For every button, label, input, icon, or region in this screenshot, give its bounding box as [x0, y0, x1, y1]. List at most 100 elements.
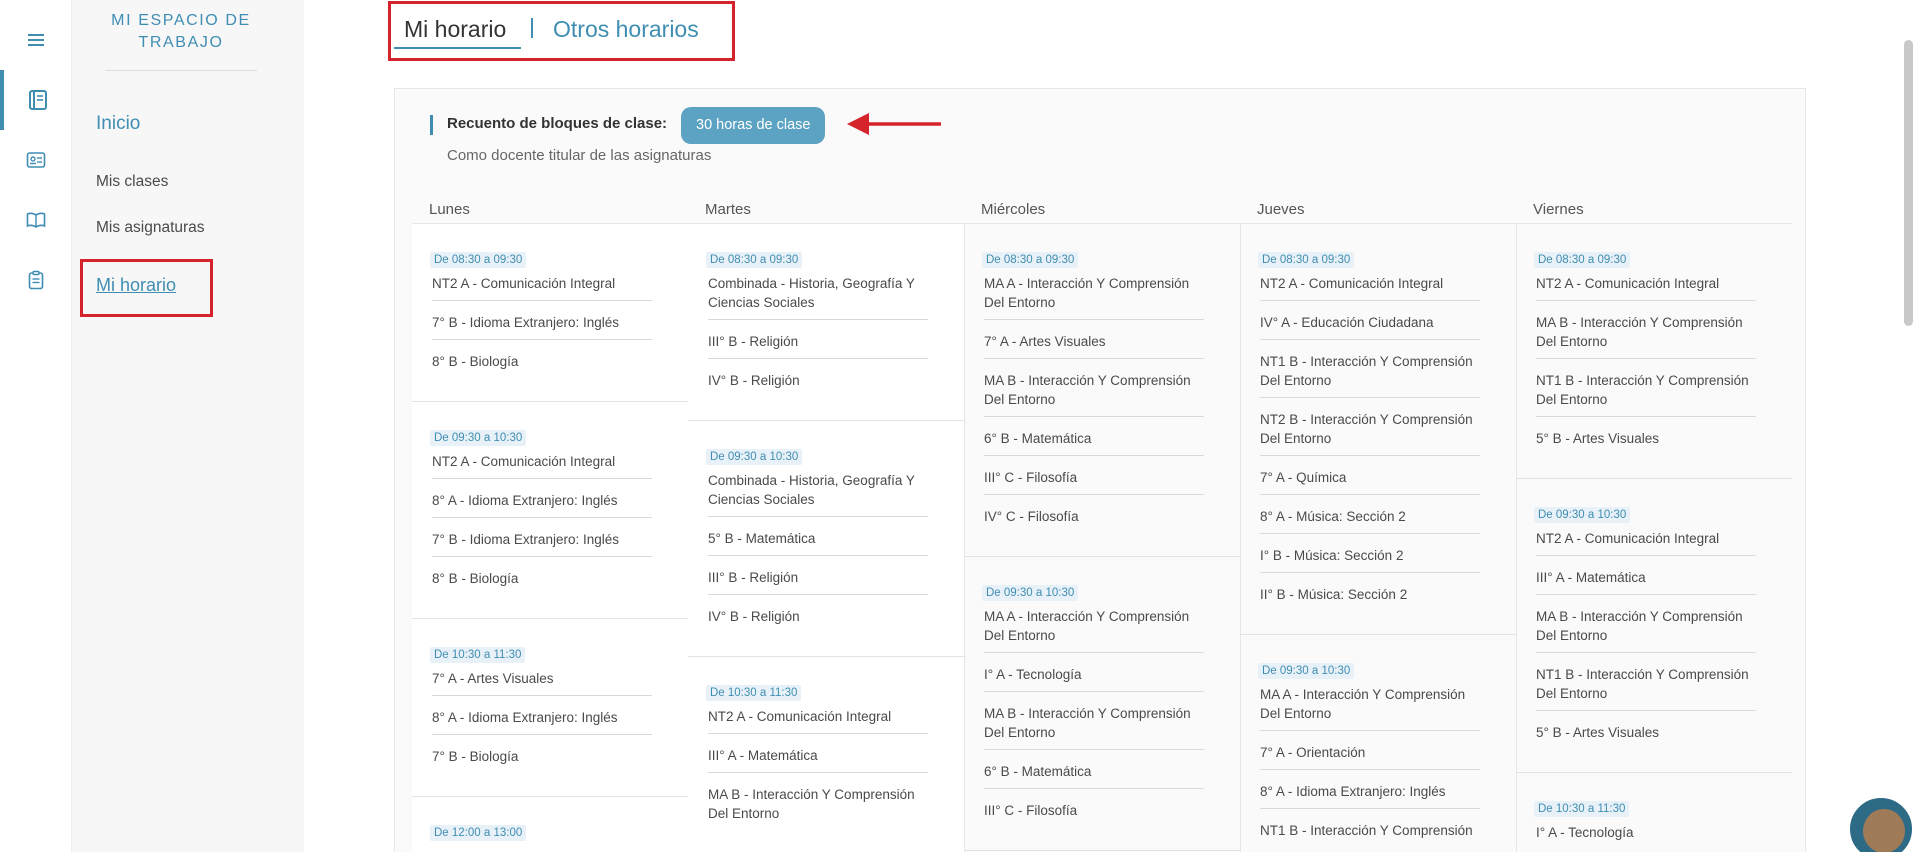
class-divider	[1260, 494, 1480, 495]
class-item[interactable]: IV° A - Educación Ciudadana	[1260, 313, 1480, 332]
class-item[interactable]: NT2 A - Comunicación Integral	[432, 274, 652, 293]
sidebar-item-mi-horario[interactable]: Mi horario	[96, 275, 176, 296]
class-item[interactable]: NT2 A - Comunicación Integral	[1536, 274, 1756, 293]
class-item[interactable]: III° C - Filosofía	[984, 468, 1204, 487]
day-column-jueves: Jueves De 08:30 a 09:30 NT2 A - Comunicaci…	[1240, 201, 1516, 852]
class-item[interactable]: MA B - Interacción Y Comprensión Del Ent…	[708, 785, 928, 823]
class-item[interactable]: 5° B - Artes Visuales	[1536, 723, 1756, 742]
time-block: De 09:30 a 10:30 MA A - Interacción Y Com…	[1240, 635, 1516, 852]
class-item[interactable]: III° B - Religión	[708, 568, 928, 587]
sidebar-item-mis-clases[interactable]: Mis clases	[96, 173, 168, 191]
class-item[interactable]: I° A - Tecnología	[1536, 823, 1756, 842]
class-item[interactable]: NT2 A - Comunicación Integral	[1260, 274, 1480, 293]
class-divider	[1536, 555, 1756, 556]
time-block: De 08:30 a 09:30 Combinada - Historia, Ge…	[688, 224, 964, 420]
class-item[interactable]: NT1 B - Interacción Y Comprensión	[1260, 821, 1480, 840]
class-divider	[984, 494, 1204, 495]
class-divider	[432, 478, 652, 479]
class-item[interactable]: 5° B - Matemática	[708, 529, 928, 548]
class-item[interactable]: MA B - Interacción Y Comprensión Del Ent…	[984, 371, 1204, 409]
class-divider	[1536, 594, 1756, 595]
schedule-panel: Recuento de bloques de clase: 30 horas d…	[394, 88, 1806, 852]
class-divider	[1536, 652, 1756, 653]
class-item[interactable]: I° B - Música: Sección 2	[1260, 546, 1480, 565]
class-item[interactable]: 7° B - Biología	[432, 747, 652, 766]
class-item[interactable]: Combinada - Historia, Geografía Y Cienci…	[708, 471, 928, 509]
tab-otros-horarios[interactable]: Otros horarios	[553, 16, 699, 43]
class-item[interactable]: 8° A - Idioma Extranjero: Inglés	[432, 491, 652, 510]
class-item[interactable]: I° A - Tecnología	[984, 665, 1204, 684]
time-block: De 10:30 a 11:30 NT2 A - Comunicación Int…	[688, 657, 964, 852]
time-badge: De 10:30 a 11:30	[706, 685, 802, 701]
class-item[interactable]: 6° B - Matemática	[984, 429, 1204, 448]
class-divider	[432, 300, 652, 301]
time-block: De 10:30 a 11:30 I° A - Tecnología	[1516, 773, 1792, 852]
time-badge: De 08:30 a 09:30	[1534, 252, 1631, 268]
class-item[interactable]: 8° A - Idioma Extranjero: Inglés	[432, 708, 652, 727]
class-item[interactable]: MA B - Interacción Y Comprensión Del Ent…	[1536, 313, 1756, 351]
sidebar-divider	[105, 70, 257, 71]
class-divider	[708, 594, 928, 595]
class-item[interactable]: Combinada - Historia, Geografía Y Cienci…	[708, 274, 928, 312]
time-badge: De 12:00 a 13:00	[430, 825, 527, 841]
class-item[interactable]: IV° B - Religión	[708, 607, 928, 626]
class-item[interactable]: NT2 B - Interacción Y Comprensión Del En…	[1260, 410, 1480, 448]
class-divider	[1536, 710, 1756, 711]
class-divider	[1260, 397, 1480, 398]
class-divider	[1260, 572, 1480, 573]
class-item[interactable]: NT1 B - Interacción Y Comprensión Del En…	[1536, 665, 1756, 703]
class-item[interactable]: 8° A - Música: Sección 2	[1260, 507, 1480, 526]
tab-mi-horario[interactable]: Mi horario	[404, 16, 506, 43]
class-divider	[432, 734, 652, 735]
class-item[interactable]: 7° B - Idioma Extranjero: Inglés	[432, 530, 652, 549]
class-item[interactable]: 7° A - Artes Visuales	[984, 332, 1204, 351]
class-divider	[1260, 300, 1480, 301]
day-column-martes: Martes De 08:30 a 09:30 Combinada - Histor…	[688, 201, 964, 852]
book-icon[interactable]	[0, 190, 72, 250]
time-badge: De 08:30 a 09:30	[706, 252, 803, 268]
avatar[interactable]	[1850, 798, 1912, 852]
class-item[interactable]: 7° B - Idioma Extranjero: Inglés	[432, 313, 652, 332]
class-item[interactable]: MA A - Interacción Y Comprensión Del Ent…	[984, 607, 1204, 645]
menu-icon[interactable]	[0, 10, 72, 70]
class-item[interactable]: MA B - Interacción Y Comprensión Del Ent…	[1536, 607, 1756, 645]
class-item[interactable]: 7° A - Artes Visuales	[432, 669, 652, 688]
class-item[interactable]: NT2 A - Comunicación Integral	[1536, 529, 1756, 548]
class-item[interactable]: 8° B - Biología	[432, 569, 652, 588]
sidebar-item-home[interactable]: Inicio	[96, 113, 140, 135]
class-divider	[984, 358, 1204, 359]
class-item[interactable]: NT1 B - Interacción Y Comprensión Del En…	[1536, 371, 1756, 409]
class-item[interactable]: MA B - Interacción Y Comprensión Del Ent…	[984, 704, 1204, 742]
class-item[interactable]: MA A - Interacción Y Comprensión Del Ent…	[984, 274, 1204, 312]
class-item[interactable]: III° B - Religión	[708, 332, 928, 351]
class-divider	[432, 517, 652, 518]
class-item[interactable]: 8° A - Idioma Extranjero: Inglés	[1260, 782, 1480, 801]
class-item[interactable]: NT2 A - Comunicación Integral	[432, 452, 652, 471]
class-divider	[1536, 416, 1756, 417]
notebook-icon[interactable]	[0, 70, 72, 130]
annotation-arrow-icon	[847, 113, 941, 135]
day-column-miercoles: Miércoles De 08:30 a 09:30 MA A - Interacc…	[964, 201, 1240, 852]
scrollbar[interactable]	[1904, 40, 1913, 326]
class-item[interactable]: 5° B - Artes Visuales	[1536, 429, 1756, 448]
sidebar-item-mis-asignaturas[interactable]: Mis asignaturas	[96, 219, 205, 237]
class-item[interactable]: III° A - Matemática	[708, 746, 928, 765]
class-item[interactable]: 7° A - Orientación	[1260, 743, 1480, 762]
class-divider	[984, 788, 1204, 789]
class-item[interactable]: 6° B - Matemática	[984, 762, 1204, 781]
class-item[interactable]: II° B - Música: Sección 2	[1260, 585, 1480, 604]
class-item[interactable]: IV° B - Religión	[708, 371, 928, 390]
id-card-icon[interactable]	[0, 130, 72, 190]
class-item[interactable]: NT2 A - Comunicación Integral	[708, 707, 928, 726]
class-item[interactable]: MA A - Interacción Y Comprensión Del Ent…	[1260, 685, 1480, 723]
class-item[interactable]: 8° B - Biología	[432, 352, 652, 371]
class-item[interactable]: III° C - Filosofía	[984, 801, 1204, 820]
clipboard-icon[interactable]	[0, 250, 72, 310]
class-item[interactable]: NT1 B - Interacción Y Comprensión Del En…	[1260, 352, 1480, 390]
class-divider	[708, 555, 928, 556]
class-item[interactable]: III° A - Matemática	[1536, 568, 1756, 587]
class-item[interactable]: 7° A - Química	[1260, 468, 1480, 487]
time-badge: De 09:30 a 10:30	[1534, 507, 1631, 523]
class-item[interactable]: IV° C - Filosofía	[984, 507, 1204, 526]
time-block: De 08:30 a 09:30 NT2 A - Comunicación Int…	[1240, 224, 1516, 634]
